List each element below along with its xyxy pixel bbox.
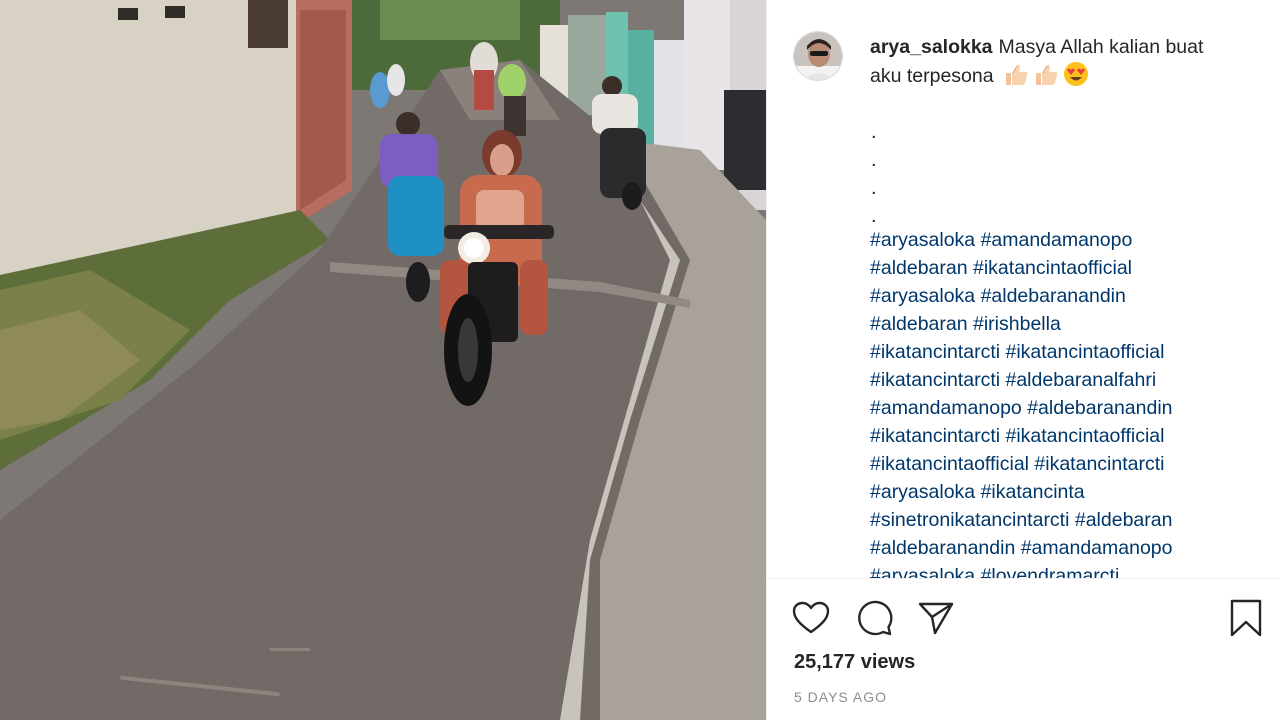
view-count[interactable]: 25,177 views (794, 651, 915, 674)
dot-line: . (871, 121, 877, 143)
heart-icon (792, 601, 830, 634)
dot-line: . (871, 149, 877, 171)
hashtag-line[interactable]: #aryasaloka #ikatancinta (870, 478, 1270, 506)
hashtag-line[interactable]: #aryasaloka #aldebaranandin (870, 282, 1270, 310)
hashtag-line[interactable]: #aldebaranandin #amandamanopo (870, 534, 1270, 562)
hashtag-list: #aryasaloka #amandamanopo #aldebaran #ik… (870, 226, 1270, 578)
share-button[interactable] (915, 597, 957, 639)
hashtag-line[interactable]: #aldebaran #irishbella (870, 310, 1270, 338)
post-timestamp[interactable]: 5 DAYS AGO (794, 689, 887, 705)
thumbs-up-icon (1033, 63, 1059, 95)
heart-eyes-icon (1063, 61, 1089, 95)
save-button[interactable] (1225, 597, 1267, 639)
hashtag-line[interactable]: #aldebaran #ikatancintaofficial (870, 254, 1270, 282)
comment-icon (858, 600, 893, 636)
post-video[interactable] (0, 0, 766, 720)
bookmark-icon (1230, 599, 1262, 637)
post-details-panel: arya_salokka Masya Allah kalian buat aku … (766, 0, 1280, 720)
hashtag-line[interactable]: #aryasaloka #lovendramarcti (870, 562, 1270, 578)
hashtag-line[interactable]: #ikatancintarcti #aldebaranalfahri (870, 366, 1270, 394)
post-caption: arya_salokka Masya Allah kalian buat aku … (870, 33, 1240, 95)
like-button[interactable] (790, 597, 832, 639)
video-frame (0, 0, 766, 720)
hashtag-line[interactable]: #amandamanopo #aldebaranandin (870, 394, 1270, 422)
avatar[interactable] (793, 31, 843, 81)
hashtag-line[interactable]: #ikatancintaofficial #ikatancintarcti (870, 450, 1270, 478)
caption-section[interactable]: arya_salokka Masya Allah kalian buat aku … (767, 0, 1280, 578)
username-link[interactable]: arya_salokka (870, 36, 993, 58)
hashtag-line[interactable]: #ikatancintarcti #ikatancintaofficial (870, 338, 1270, 366)
share-icon (918, 602, 954, 635)
avatar-image (794, 32, 842, 80)
dot-line: . (871, 177, 877, 199)
action-bar: 25,177 views 5 DAYS AGO (767, 579, 1280, 720)
hashtag-line[interactable]: #sinetronikatancintarcti #aldebaran (870, 506, 1270, 534)
comment-button[interactable] (853, 597, 895, 639)
hashtag-line[interactable]: #aryasaloka #amandamanopo (870, 226, 1270, 254)
thumbs-up-icon (1003, 63, 1029, 95)
caption-dots: . . . . (871, 118, 877, 230)
hashtag-line[interactable]: #ikatancintarcti #ikatancintaofficial (870, 422, 1270, 450)
